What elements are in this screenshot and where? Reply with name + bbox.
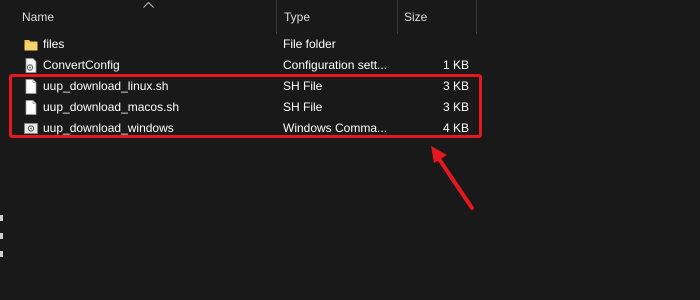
file-type: File folder <box>283 37 336 51</box>
column-header-type-label: Type <box>284 10 311 24</box>
file-row-convertconfig[interactable]: ConvertConfig Configuration sett... 1 KB <box>0 55 700 76</box>
file-size: 1 KB <box>442 58 469 72</box>
window-edge-artifact <box>0 215 3 257</box>
file-size <box>400 34 469 55</box>
file-name: files <box>43 37 65 51</box>
folder-icon <box>24 40 38 51</box>
column-divider[interactable] <box>476 0 477 34</box>
sort-ascending-icon[interactable] <box>143 2 154 8</box>
column-divider[interactable] <box>276 0 277 34</box>
file-type: Configuration sett... <box>283 58 388 72</box>
file-row-files[interactable]: files File folder <box>0 34 700 55</box>
column-header-size-label: Size <box>404 10 428 24</box>
annotation-arrow-icon <box>431 146 474 210</box>
column-header-size[interactable]: Size <box>398 0 476 34</box>
file-name: ConvertConfig <box>43 58 120 72</box>
column-header-bar: Name Type Size <box>0 0 700 34</box>
config-file-icon <box>25 58 37 73</box>
annotation-highlight-box <box>9 74 482 138</box>
column-header-name-label: Name <box>22 10 55 24</box>
column-header-type[interactable]: Type <box>278 0 396 34</box>
